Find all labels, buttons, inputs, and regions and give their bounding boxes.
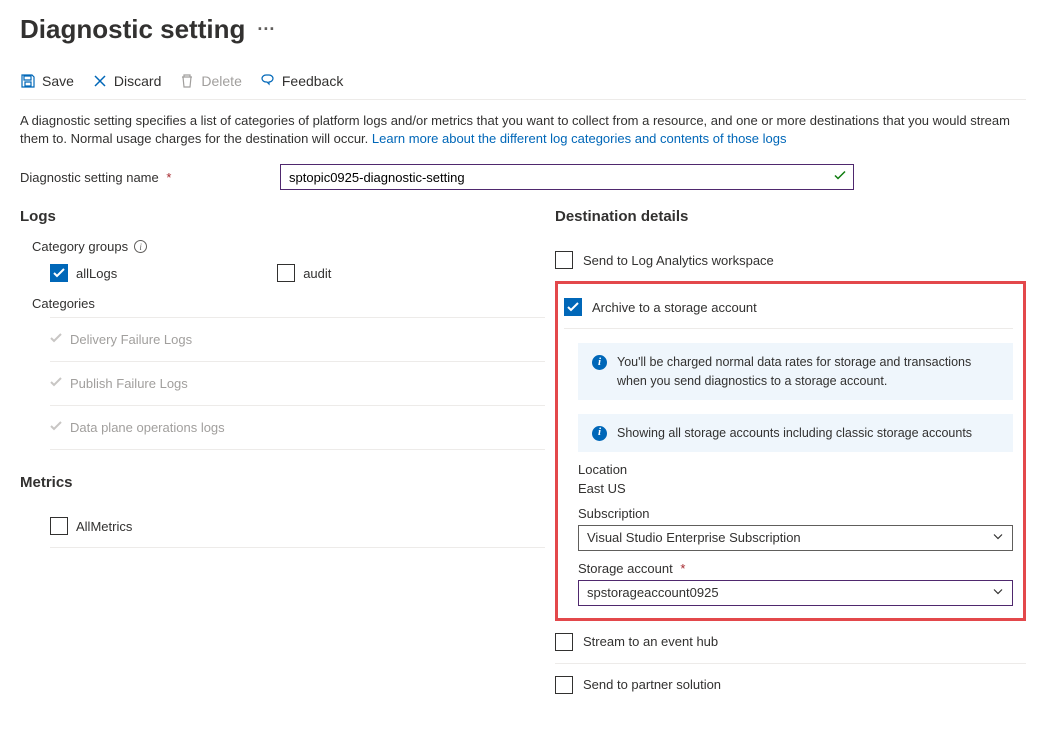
destination-column: Destination details Send to Log Analytic… (555, 208, 1026, 705)
checkbox-icon (555, 676, 573, 694)
name-label-wrap: Diagnostic setting name * (20, 170, 280, 185)
dest-event-hub[interactable]: Stream to an event hub (555, 621, 1026, 664)
page-title: Diagnostic setting ··· (20, 14, 1026, 45)
discard-button[interactable]: Discard (92, 73, 161, 89)
dest-log-analytics[interactable]: Send to Log Analytics workspace (555, 239, 1026, 281)
save-label: Save (42, 73, 74, 89)
storage-select[interactable]: spstorageaccount0925 (578, 580, 1013, 606)
checkbox-disabled-icon (50, 332, 62, 347)
chevron-down-icon (992, 530, 1004, 545)
dest-partner[interactable]: Send to partner solution (555, 664, 1026, 706)
checkbox-icon (555, 633, 573, 651)
feedback-button[interactable]: Feedback (260, 73, 343, 89)
required-asterisk: * (680, 561, 685, 576)
chevron-down-icon (992, 585, 1004, 600)
category-item: Data plane operations logs (50, 405, 545, 450)
trash-icon (179, 73, 195, 89)
save-icon (20, 73, 36, 89)
archive-highlight: Archive to a storage account i You'll be… (555, 281, 1026, 620)
save-button[interactable]: Save (20, 73, 74, 89)
storage-label: Storage account (578, 561, 673, 576)
storage-group: Storage account * spstorageaccount0925 (578, 561, 1013, 606)
more-icon[interactable]: ··· (257, 19, 275, 40)
location-group: Location East US (578, 462, 1013, 496)
category-groups-label: Category groups i (32, 239, 545, 254)
location-label: Location (578, 462, 1013, 477)
delete-label: Delete (201, 73, 241, 89)
alllogs-label: allLogs (76, 266, 117, 281)
checkbox-disabled-icon (50, 420, 62, 435)
discard-label: Discard (114, 73, 161, 89)
dest-partner-label: Send to partner solution (583, 677, 721, 692)
info-box-charges: i You'll be charged normal data rates fo… (578, 343, 1013, 399)
category-label: Delivery Failure Logs (70, 332, 192, 347)
close-icon (92, 73, 108, 89)
info-icon[interactable]: i (134, 240, 147, 253)
checkbox-icon (555, 251, 573, 269)
logs-heading: Logs (20, 208, 545, 225)
storage-value: spstorageaccount0925 (587, 585, 719, 600)
storage-label-wrap: Storage account * (578, 561, 1013, 576)
checkbox-checked-icon (50, 264, 68, 282)
category-label: Data plane operations logs (70, 420, 225, 435)
audit-checkbox[interactable]: audit (277, 264, 331, 282)
subscription-select[interactable]: Visual Studio Enterprise Subscription (578, 525, 1013, 551)
checkbox-icon (50, 517, 68, 535)
info-text: You'll be charged normal data rates for … (617, 353, 999, 389)
category-groups-row: allLogs audit (50, 264, 545, 282)
info-icon: i (592, 355, 607, 370)
subscription-label: Subscription (578, 506, 1013, 521)
main-columns: Logs Category groups i allLogs audit Cat… (20, 208, 1026, 705)
name-input[interactable] (280, 164, 854, 190)
intro-text: A diagnostic setting specifies a list of… (20, 112, 1026, 148)
category-groups-text: Category groups (32, 239, 128, 254)
name-field-row: Diagnostic setting name * (20, 164, 1026, 190)
logs-column: Logs Category groups i allLogs audit Cat… (20, 208, 545, 705)
feedback-label: Feedback (282, 73, 343, 89)
subscription-group: Subscription Visual Studio Enterprise Su… (578, 506, 1013, 551)
learn-more-link[interactable]: Learn more about the different log categ… (372, 131, 787, 146)
categories-list: Delivery Failure Logs Publish Failure Lo… (50, 317, 545, 450)
name-label: Diagnostic setting name (20, 170, 159, 185)
destination-heading: Destination details (555, 208, 1026, 225)
page-title-text: Diagnostic setting (20, 14, 245, 45)
info-box-showing: i Showing all storage accounts including… (578, 414, 1013, 452)
info-icon: i (592, 426, 607, 441)
required-asterisk: * (166, 170, 171, 185)
subscription-value: Visual Studio Enterprise Subscription (587, 530, 801, 545)
audit-label: audit (303, 266, 331, 281)
metrics-heading: Metrics (20, 474, 545, 491)
category-item: Delivery Failure Logs (50, 317, 545, 361)
category-item: Publish Failure Logs (50, 361, 545, 405)
dest-archive-label: Archive to a storage account (592, 300, 757, 315)
name-input-wrap (280, 164, 854, 190)
dest-event-hub-label: Stream to an event hub (583, 634, 718, 649)
alllogs-checkbox[interactable]: allLogs (50, 264, 117, 282)
checkbox-icon (277, 264, 295, 282)
allmetrics-label: AllMetrics (76, 519, 132, 534)
checkbox-checked-icon (564, 298, 582, 316)
valid-icon (834, 170, 846, 185)
categories-label: Categories (32, 296, 545, 311)
location-value: East US (578, 481, 1013, 496)
dest-log-analytics-label: Send to Log Analytics workspace (583, 253, 774, 268)
dest-archive[interactable]: Archive to a storage account (564, 286, 1013, 329)
info-text: Showing all storage accounts including c… (617, 424, 972, 442)
checkbox-disabled-icon (50, 376, 62, 391)
delete-button: Delete (179, 73, 241, 89)
feedback-icon (260, 73, 276, 89)
allmetrics-checkbox[interactable]: AllMetrics (50, 505, 545, 548)
command-bar: Save Discard Delete Feedback (20, 69, 1026, 100)
category-label: Publish Failure Logs (70, 376, 188, 391)
